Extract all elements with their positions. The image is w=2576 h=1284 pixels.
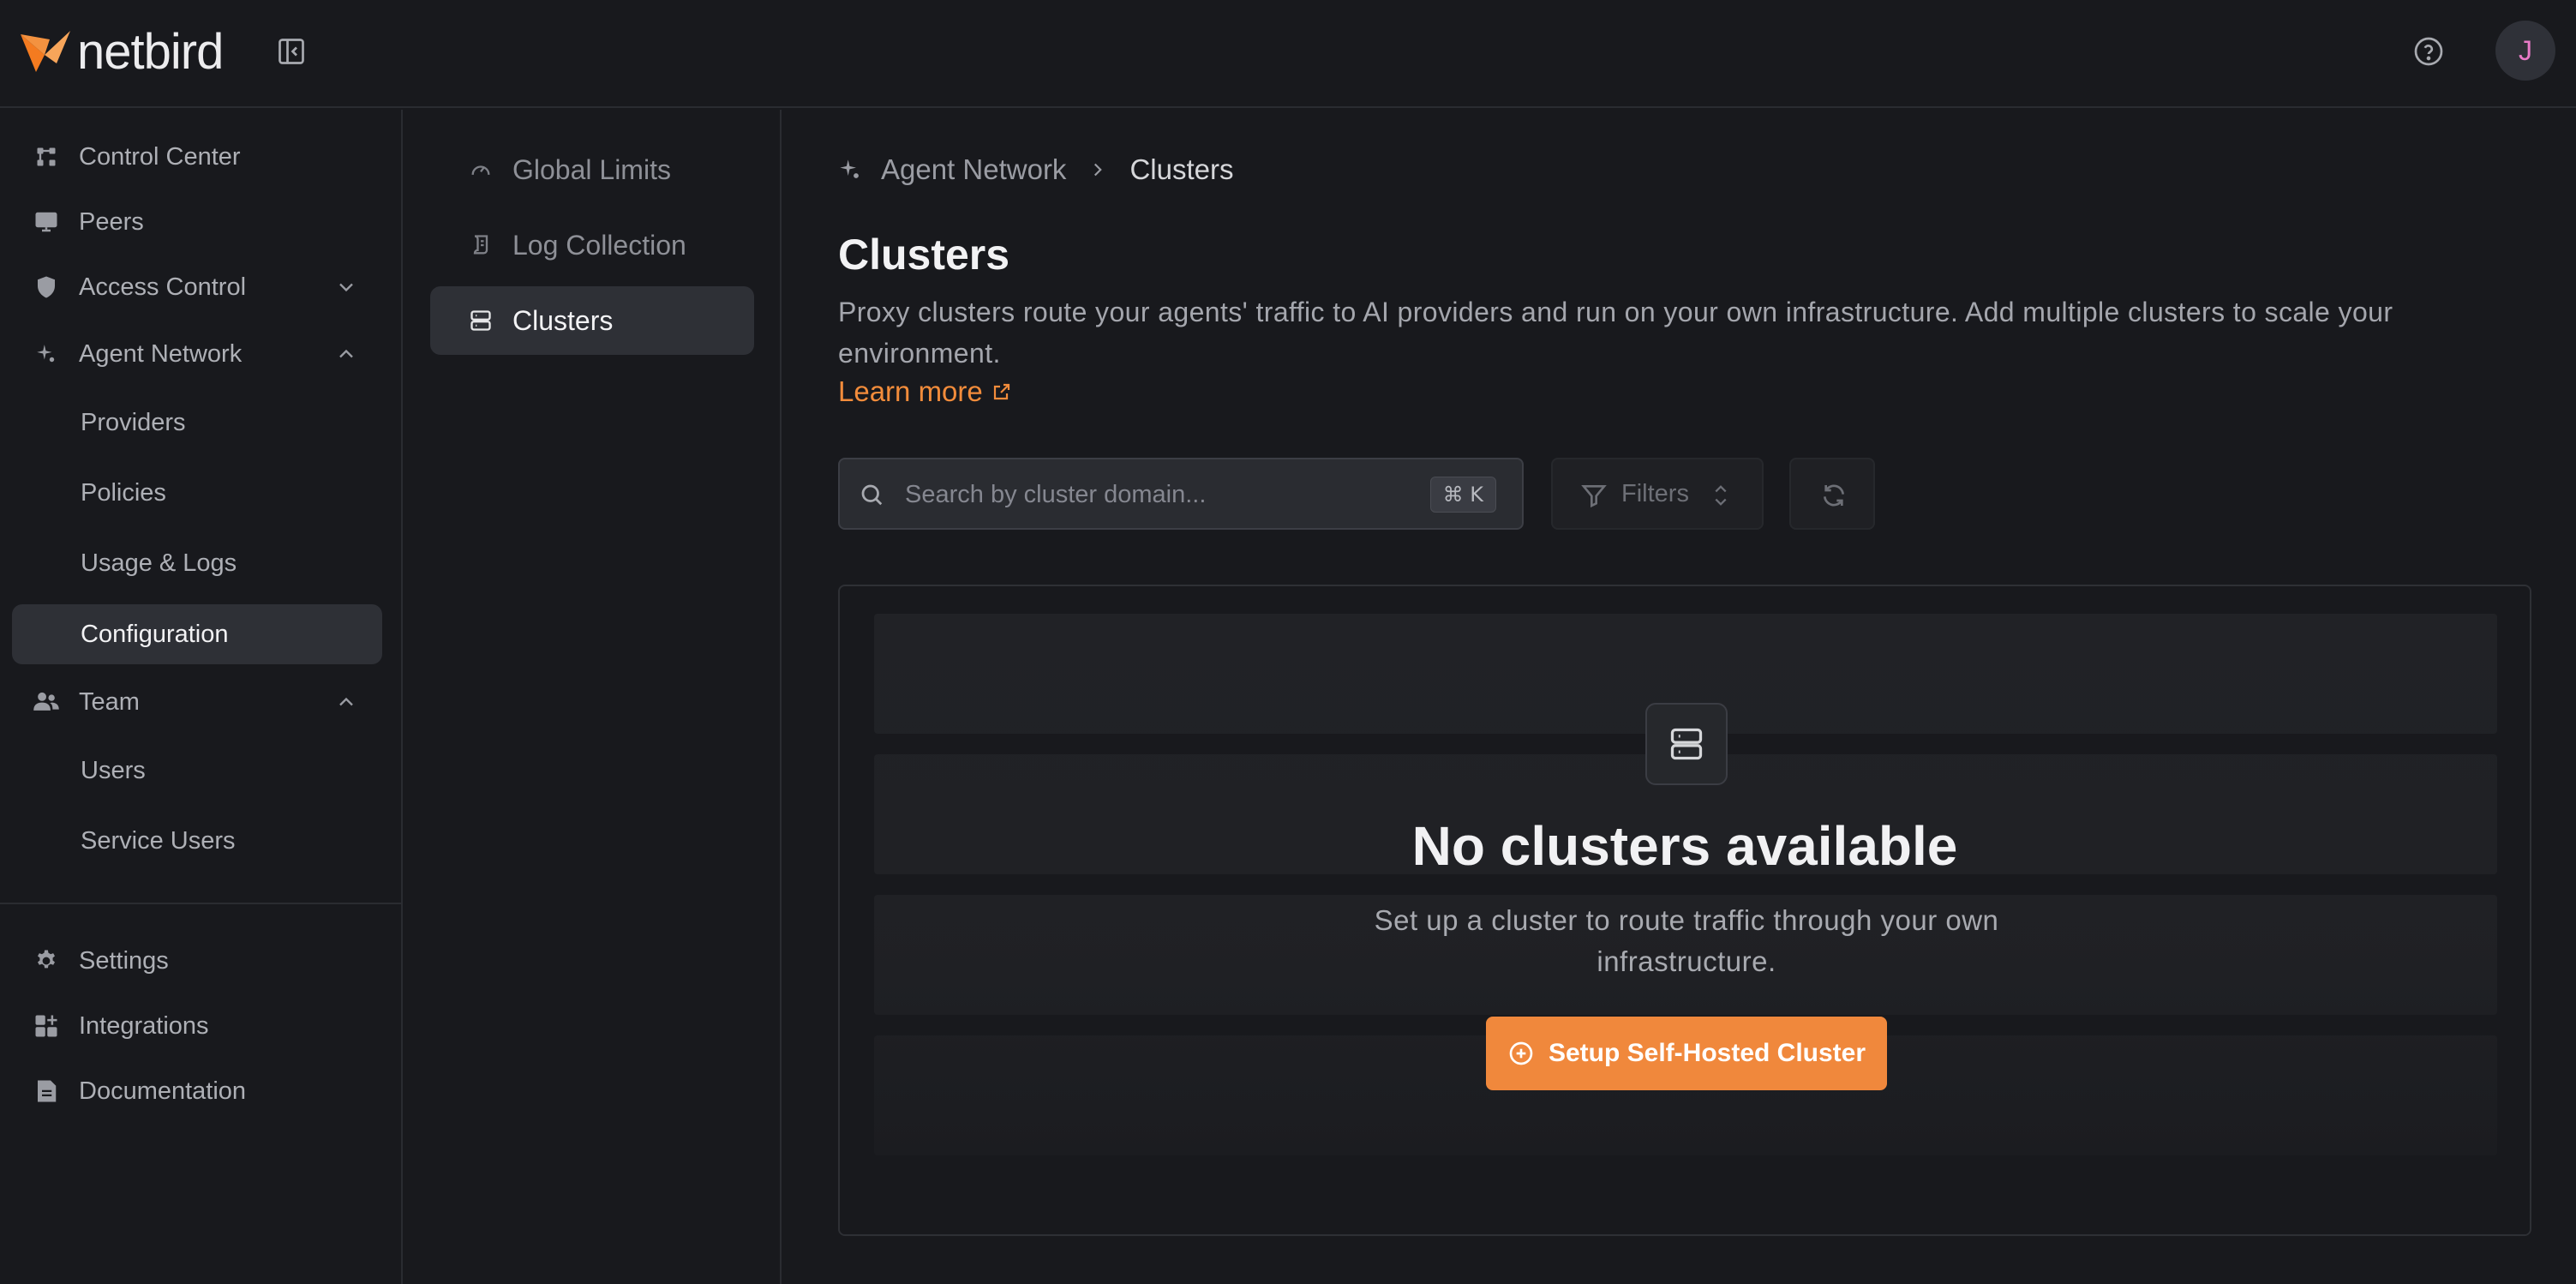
sidebar-item-label: Service Users [81,826,236,855]
server-icon [1670,728,1703,760]
sidebar-item-label: Control Center [79,142,241,171]
sidebar-item-label: Access Control [79,273,247,301]
chevron-right-icon [1094,163,1103,177]
sidebar-item-label: Configuration [81,620,229,648]
user-avatar[interactable]: J [2495,21,2555,81]
logo-text: netbird [77,24,224,80]
sidebar-item-providers[interactable]: Providers [12,393,382,453]
breadcrumb-current: Clusters [1129,153,1234,185]
search-icon [861,484,883,506]
monitor-icon [33,208,60,236]
chevrons-up-down-icon [1715,485,1727,506]
sidebar-item-label: Agent Network [79,339,243,368]
refresh-icon [1824,484,1844,507]
search-shortcut-badge: ⌘ K [1429,477,1496,513]
server-icon [468,308,494,333]
subnav-item-label: Log Collection [512,229,686,261]
sidebar-item-settings[interactable]: Settings [12,931,382,991]
top-header: netbird J [0,0,2576,108]
sidebar-item-label: Users [81,756,146,784]
sidebar-divider [0,903,401,904]
sidebar-collapse-button[interactable] [276,36,307,67]
sidebar-item-users[interactable]: Users [12,741,382,801]
breadcrumb-parent[interactable]: Agent Network [881,153,1066,186]
control-center-icon [33,143,60,171]
setup-self-hosted-cluster-button[interactable]: Setup Self-Hosted Cluster [1486,1017,1887,1090]
empty-state-description: Set up a cluster to route traffic throug… [1374,904,1999,977]
configuration-subnav: Global Limits Log Collection Clusters [404,110,782,1284]
gauge-icon [468,157,494,183]
sidebar-item-access-control[interactable]: Access Control [12,257,382,317]
sidebar-item-service-users[interactable]: Service Users [12,811,382,871]
sidebar-item-label: Settings [79,946,169,975]
subnav-item-clusters[interactable]: Clusters [430,286,754,355]
clusters-empty-state: No clusters available Set up a cluster t… [838,585,2531,1236]
breadcrumb: Agent Network Clusters [838,153,1233,187]
sidebar-item-label: Integrations [79,1011,209,1040]
search-input[interactable] [905,471,1419,518]
app-root: netbird J Control Center Peers Access Co… [0,0,2576,1284]
learn-more-label: Learn more [838,375,983,407]
sidebar-item-label: Usage & Logs [81,549,237,577]
subnav-item-label: Clusters [512,304,614,336]
sidebar-item-team[interactable]: Team [12,672,382,732]
help-button[interactable] [2411,34,2446,69]
page-title: Clusters [838,231,1010,279]
sidebar: Control Center Peers Access Control Agen… [0,110,403,1284]
sidebar-item-label: Peers [79,207,144,236]
main-content: Agent Network Clusters Clusters Proxy cl… [783,110,2576,1284]
plus-circle-icon [1509,1041,1533,1065]
filters-label: Filters [1621,479,1689,507]
sidebar-item-policies[interactable]: Policies [12,463,382,523]
netbird-logo-icon [21,31,70,72]
sidebar-item-label: Providers [81,408,186,436]
empty-state-title: No clusters available [1411,815,1958,877]
learn-more-link[interactable]: Learn more [838,375,1012,408]
shield-icon [33,273,60,301]
subnav-item-log-collection[interactable]: Log Collection [430,211,754,279]
sidebar-collapse-icon [279,39,304,64]
subnav-item-label: Global Limits [512,153,671,185]
document-icon [33,1077,60,1105]
empty-state-icon-box [1645,703,1728,785]
search-box: ⌘ K [838,458,1524,530]
sidebar-item-label: Documentation [79,1077,247,1105]
external-link-icon [993,383,1009,400]
users-icon [33,688,60,716]
sparkle-icon [840,159,859,178]
help-circle-icon [2414,37,2443,66]
setup-button-label: Setup Self-Hosted Cluster [1548,1039,1866,1067]
netbird-logo[interactable]: netbird [19,24,224,80]
filters-button[interactable]: Filters [1551,458,1764,530]
sparkle-icon [33,340,60,368]
sidebar-item-usage-logs[interactable]: Usage & Logs [12,533,382,593]
sidebar-item-label: Policies [81,478,166,507]
sidebar-item-control-center[interactable]: Control Center [12,127,382,187]
page-description: Proxy clusters route your agents' traffi… [838,297,2393,369]
gear-icon [33,947,60,975]
sidebar-item-documentation[interactable]: Documentation [12,1061,382,1121]
sidebar-item-agent-network[interactable]: Agent Network [12,324,382,384]
chevron-up-icon [339,349,353,358]
subnav-item-global-limits[interactable]: Global Limits [430,135,754,204]
chevron-down-icon [339,283,353,292]
sidebar-item-configuration[interactable]: Configuration [12,604,382,664]
refresh-button[interactable] [1789,458,1875,530]
sidebar-item-peers[interactable]: Peers [12,192,382,252]
chevron-up-icon [339,697,353,706]
sidebar-item-integrations[interactable]: Integrations [12,996,382,1056]
integrations-icon [33,1012,60,1040]
sidebar-item-label: Team [79,687,140,716]
scroll-icon [468,232,494,258]
filter-icon [1581,485,1607,508]
avatar-initial: J [2519,34,2532,66]
